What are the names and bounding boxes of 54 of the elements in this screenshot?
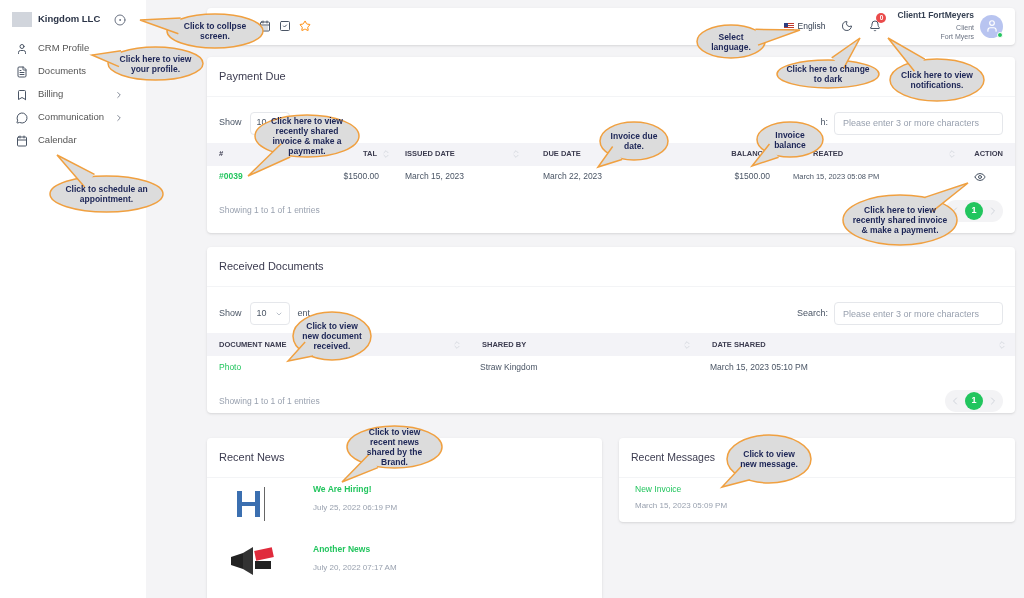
show-label: Show <box>219 116 242 130</box>
chat-bubble-icon <box>16 111 28 124</box>
table-cell-text: Straw Kingdom <box>479 360 539 374</box>
card-title: Received Documents <box>219 259 324 275</box>
brand-name: Kingdom LLC <box>38 12 101 27</box>
callout-tooltip: Click here to change to dark <box>774 36 882 91</box>
user-icon <box>16 42 28 55</box>
search-label: Search: <box>796 306 828 320</box>
search-label: h: <box>820 116 828 130</box>
collapse-icon[interactable] <box>114 13 126 26</box>
entries-summary: Showing 1 to 1 of 1 entries <box>219 204 320 217</box>
table-cell-text: March 15, 2023 <box>404 170 466 183</box>
callout-tooltip: Click to schedule an appointment. <box>47 153 166 215</box>
news-date: July 25, 2022 06:19 PM <box>313 501 398 514</box>
calendar-icon <box>16 134 28 147</box>
star-icon[interactable] <box>299 20 311 33</box>
chevron-icon <box>114 89 124 100</box>
sidebar-item[interactable]: Communication <box>16 110 130 125</box>
search-field[interactable]: Please enter 3 or more characters <box>834 302 1003 326</box>
table-cell-text: March 22, 2023 <box>542 170 604 183</box>
callout-tooltip: Click to collpse screen. <box>138 11 266 51</box>
search-field[interactable]: Please enter 3 or more characters <box>834 111 1003 135</box>
callout-tooltip: Click to view recent news shared by the Brand. <box>340 423 441 484</box>
checkbox-icon[interactable] <box>279 20 291 33</box>
callout-tooltip: Click to view new message. <box>720 432 812 489</box>
card-title: Recent News <box>219 450 285 466</box>
view-icon[interactable] <box>974 170 986 183</box>
table-cell-text: $1500.00 <box>342 170 380 183</box>
callout-tooltip: Click here to view your profile. <box>90 44 206 83</box>
user-name: Client1 FortMeyers <box>897 11 974 21</box>
language-selector[interactable]: English <box>797 19 826 33</box>
moon-icon[interactable] <box>841 20 854 33</box>
card-title: Recent Messages <box>631 449 716 465</box>
card-title: Payment Due <box>219 68 286 84</box>
show-label: Show <box>219 306 242 320</box>
news-date: July 20, 2022 07:17 AM <box>313 561 397 574</box>
calendar-icon[interactable] <box>259 20 271 33</box>
entries-summary: Showing 1 to 1 of 1 entries <box>219 394 320 408</box>
table-cell-text: $1500.00 <box>733 170 771 183</box>
notification-icon[interactable] <box>869 20 882 33</box>
page-size-select[interactable]: 10 <box>249 302 290 326</box>
message-date: March 15, 2023 05:09 PM <box>635 499 729 512</box>
callout-tooltip: Invoice due date. <box>596 119 670 169</box>
entries-label: ent <box>297 306 311 320</box>
table-cell-text: March 15, 2023 05:10 PM <box>709 360 809 374</box>
avatar[interactable] <box>980 14 1003 38</box>
chevron-icon <box>114 112 124 123</box>
callout-tooltip: Click here to view recently shared invoice & make a payment. <box>840 181 970 248</box>
sidebar-item[interactable]: Calendar <box>16 133 130 148</box>
document-icon <box>16 65 28 78</box>
bookmark-icon <box>16 88 28 101</box>
logo-placeholder <box>12 12 32 27</box>
sidebar-item[interactable]: Billing <box>16 87 130 102</box>
flag-icon <box>783 22 794 30</box>
